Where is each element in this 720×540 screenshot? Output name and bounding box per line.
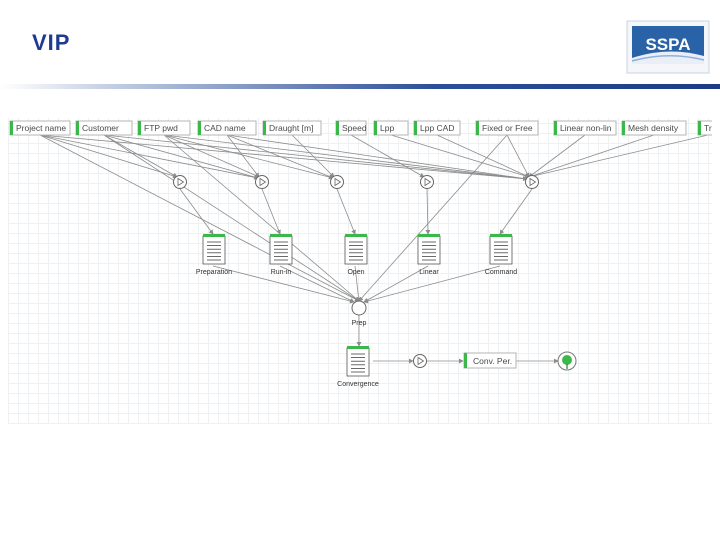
edges-layer <box>39 134 709 364</box>
process-node-1[interactable] <box>255 175 269 189</box>
input-param-4[interactable]: Draught [m] <box>262 120 322 136</box>
edge-input-to-process <box>163 134 528 181</box>
document-node-0[interactable]: Preparation <box>196 234 232 276</box>
input-param-0[interactable]: Project name <box>9 120 71 136</box>
nodes-layer: Project name Customer FTP pwd CAD name Draug… <box>9 120 712 388</box>
document-label: Convergence <box>337 381 379 388</box>
process-node-0[interactable] <box>173 175 187 189</box>
edge-process-to-document <box>261 188 281 235</box>
edge-process-to-document <box>425 188 431 235</box>
edge-process-to-document <box>499 188 533 235</box>
input-param-label: Project name <box>16 123 66 133</box>
result-label: Conv. Per. <box>473 356 512 366</box>
junction-label: Prep <box>352 320 367 327</box>
header-divider <box>0 84 720 89</box>
edge-process-to-document <box>336 188 356 235</box>
input-param-label: FTP pwd <box>144 123 178 133</box>
input-param-9[interactable]: Linear non-lin <box>553 120 617 136</box>
input-param-label: Customer <box>82 123 119 133</box>
input-param-6[interactable]: Lpp <box>373 120 409 136</box>
process-node-4[interactable] <box>525 175 539 189</box>
document-node-1[interactable]: Run-in <box>269 234 293 276</box>
document-label: Run-in <box>271 269 292 276</box>
document-label: Command <box>485 269 517 276</box>
input-param-label: Linear non-lin <box>560 123 612 133</box>
input-param-label: Lpp <box>380 123 394 133</box>
document-label: Preparation <box>196 269 232 276</box>
edge-input-to-process <box>528 134 655 179</box>
end-node[interactable] <box>557 351 577 371</box>
input-param-10[interactable]: Mesh density <box>621 120 687 136</box>
edge-input-to-process <box>39 134 259 180</box>
document-node-convergence[interactable]: Convergence <box>337 346 379 388</box>
junction-node[interactable]: Prep <box>351 300 367 327</box>
result-param[interactable]: Conv. Per. <box>463 352 517 369</box>
edge-input-to-process <box>291 134 335 178</box>
input-param-label: Tr <box>704 123 712 133</box>
input-param-3[interactable]: CAD name <box>197 120 257 136</box>
sspa-logo: SSPA <box>626 20 710 74</box>
document-node-2[interactable]: Open <box>344 234 368 276</box>
input-param-7[interactable]: Lpp CAD <box>413 120 461 136</box>
workflow-canvas: Project name Customer FTP pwd CAD name Draug… <box>9 120 712 388</box>
input-param-8[interactable]: Fixed or Free <box>475 120 539 136</box>
document-label: Open <box>347 269 364 276</box>
process-node-2[interactable] <box>330 175 344 189</box>
edge-input-to-process <box>226 134 528 181</box>
document-label: Linear <box>419 269 439 276</box>
edge-input-to-process <box>506 134 530 178</box>
document-node-3[interactable]: Linear <box>417 234 441 276</box>
input-param-2[interactable]: FTP pwd <box>137 120 191 136</box>
edge-input-to-process <box>103 134 259 180</box>
input-param-label: Draught [m] <box>269 123 313 133</box>
input-param-5[interactable]: Speed <box>335 120 367 136</box>
logo-text: SSPA <box>645 35 690 54</box>
input-param-label: Speed <box>342 123 367 133</box>
process-node-3[interactable] <box>420 175 434 189</box>
page-title: VIP <box>32 30 71 55</box>
document-node-4[interactable]: Command <box>485 234 517 276</box>
workflow-diagram: Project name Customer FTP pwd CAD name Draug… <box>8 118 712 424</box>
input-param-label: Lpp CAD <box>420 123 455 133</box>
edge-input-to-junction <box>39 134 360 302</box>
process-node-convergence[interactable] <box>413 354 427 368</box>
edge-input-to-junction <box>103 134 360 302</box>
edge-process-to-document <box>179 188 214 235</box>
input-param-label: Fixed or Free <box>482 123 533 133</box>
edge-input-to-process <box>528 134 709 179</box>
input-param-label: CAD name <box>204 123 246 133</box>
input-param-label: Mesh density <box>628 123 679 133</box>
edge-input-to-junction <box>358 134 508 302</box>
input-param-1[interactable]: Customer <box>75 120 133 136</box>
input-param-11[interactable]: Tr <box>697 120 712 136</box>
